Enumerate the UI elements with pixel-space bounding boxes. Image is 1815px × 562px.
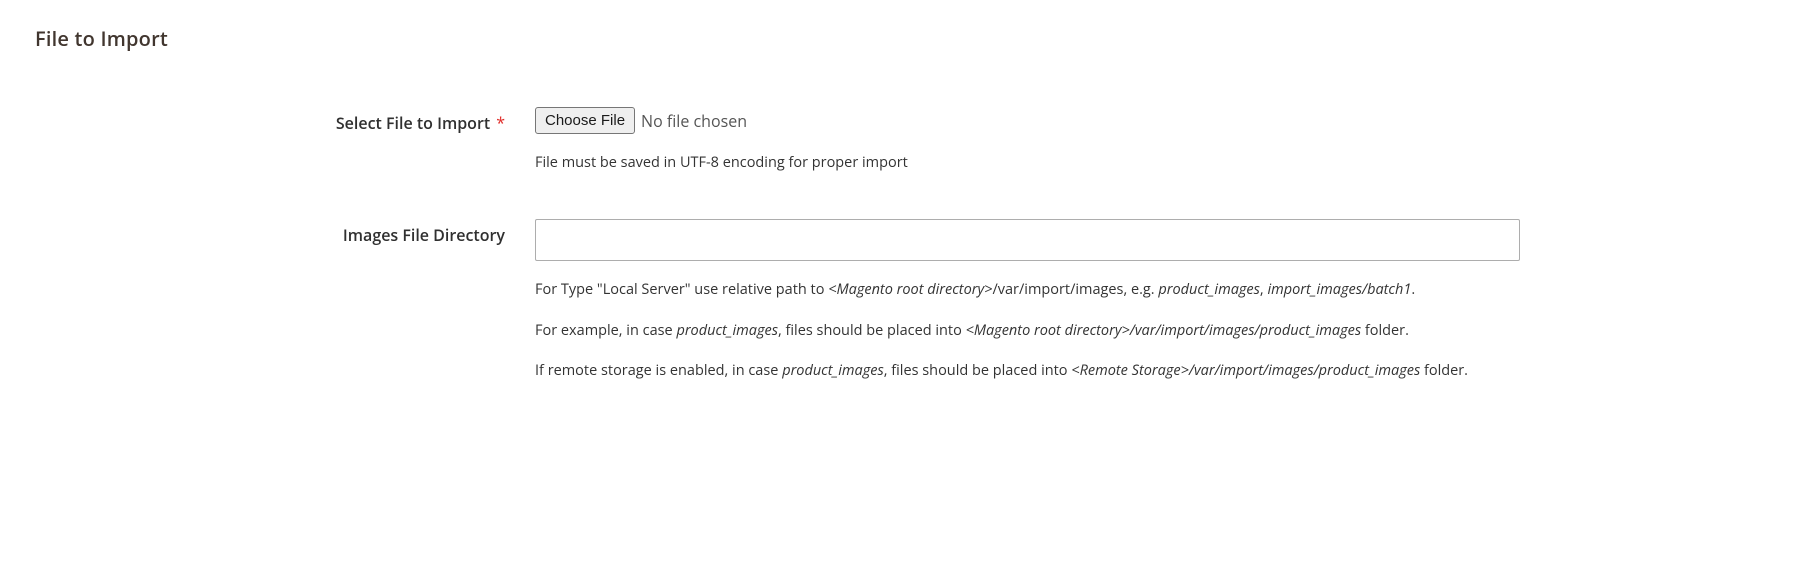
file-input-wrapper: Choose File No file chosen [535,107,1520,134]
select-file-row: Select File to Import * Choose File No fi… [35,107,1780,174]
images-dir-note-1: For Type "Local Server" use relative pat… [535,279,1520,301]
select-file-label-col: Select File to Import * [35,107,535,134]
select-file-note: File must be saved in UTF-8 encoding for… [535,152,1520,174]
file-chosen-status: No file chosen [641,110,747,132]
required-asterisk-icon: * [496,112,505,134]
images-dir-note-2: For example, in case product_images, fil… [535,320,1520,342]
images-dir-note: For Type "Local Server" use relative pat… [535,279,1520,382]
select-file-control: Choose File No file chosen File must be … [535,107,1520,174]
images-dir-row: Images File Directory For Type "Local Se… [35,219,1780,382]
images-dir-label-col: Images File Directory [35,219,535,246]
images-dir-note-3: If remote storage is enabled, in case pr… [535,360,1520,382]
images-dir-label: Images File Directory [343,224,505,246]
images-dir-control: For Type "Local Server" use relative pat… [535,219,1520,382]
choose-file-button[interactable]: Choose File [535,107,635,134]
select-file-label: Select File to Import [336,112,490,134]
images-dir-input[interactable] [535,219,1520,261]
section-title: File to Import [35,25,1780,52]
